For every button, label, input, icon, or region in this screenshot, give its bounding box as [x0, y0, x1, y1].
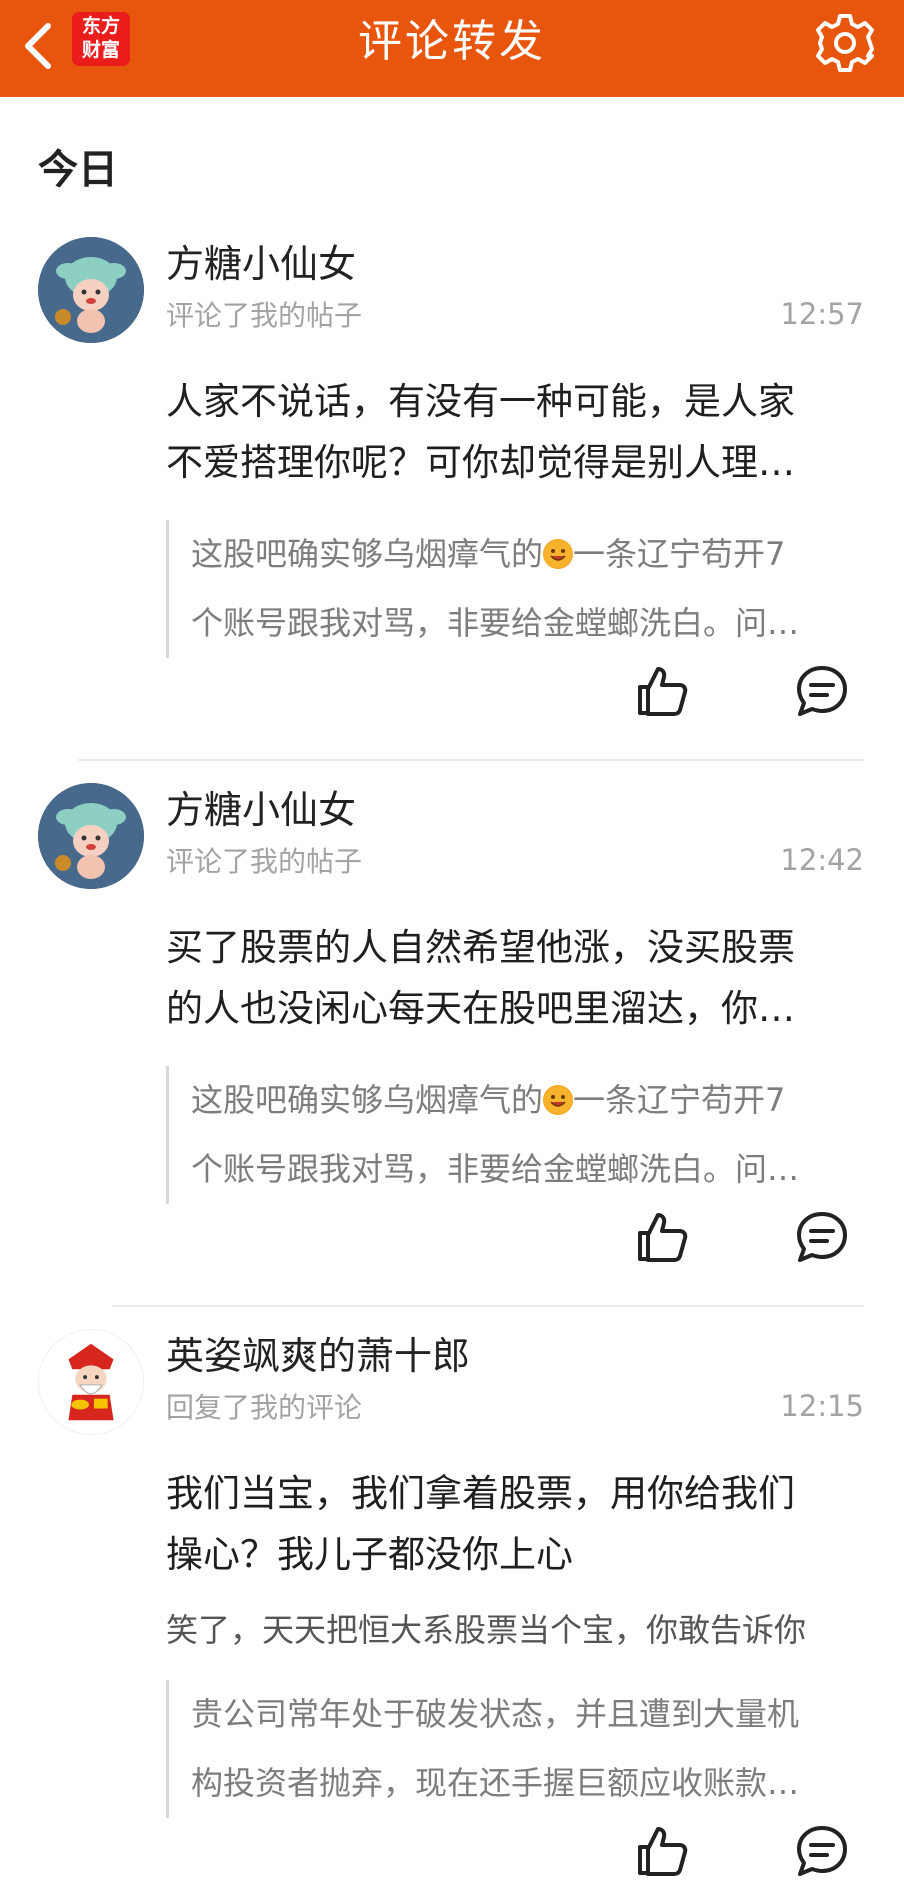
comment-bubble-icon: [797, 1212, 847, 1262]
quote-line: 贵公司常年处于破发状态，并且遭到大量机: [191, 1695, 800, 1733]
quote-line: 这股吧确实够乌烟瘴气的 一条辽宁苟开7: [191, 520, 870, 589]
timestamp: 12:42: [780, 843, 864, 877]
reply-button[interactable]: [794, 663, 850, 719]
quote-text: 一条辽宁苟开7: [573, 1081, 786, 1119]
quote-line: 构投资者抛弃，现在还手握巨额应收账款…: [191, 1764, 800, 1802]
like-button[interactable]: [634, 663, 690, 719]
comment-content[interactable]: 买了股票的人自然希望他涨，没买股票 的人也没闲心每天在股吧里溜达，你…: [166, 917, 866, 1039]
timestamp: 12:15: [780, 1389, 864, 1423]
thumbs-up-icon: [638, 667, 688, 716]
quoted-comment[interactable]: 贵公司常年处于破发状态，并且遭到大量机 构投资者抛弃，现在还手握巨额应收账款…: [166, 1680, 870, 1818]
top-bar: 东方 财富 评论转发: [0, 0, 904, 97]
content-line: 不爱搭理你呢？可你却觉得是别人理…: [166, 441, 795, 484]
avatar[interactable]: [38, 783, 144, 889]
content-line: 的人也没闲心每天在股吧里溜达，你…: [166, 987, 795, 1030]
thumbs-up-icon: [638, 1213, 688, 1262]
grinning-emoji-icon: [543, 1085, 574, 1115]
action-text: 评论了我的帖子: [166, 299, 363, 332]
action-text: 回复了我的评论: [166, 1391, 363, 1424]
divider: [112, 1305, 864, 1307]
timestamp: 12:57: [780, 297, 864, 331]
quote-line: 个账号跟我对骂，非要给金螳螂洗白。问…: [191, 1150, 800, 1188]
quote-text: 这股吧确实够乌烟瘴气的: [191, 1081, 544, 1119]
quote-line: 这股吧确实够乌烟瘴气的 一条辽宁苟开7: [191, 1066, 870, 1135]
reply-button[interactable]: [794, 1209, 850, 1265]
avatar[interactable]: [38, 237, 144, 343]
settings-button[interactable]: [812, 10, 878, 76]
quote-text: 这股吧确实够乌烟瘴气的: [191, 535, 544, 573]
gear-icon: [816, 14, 874, 72]
quote-text: 一条辽宁苟开7: [573, 535, 786, 573]
reply-text[interactable]: 笑了，天天把恒大系股票当个宝，你敢告诉你: [166, 1605, 866, 1655]
divider: [78, 759, 864, 761]
like-button[interactable]: [634, 1823, 690, 1879]
grinning-emoji-icon: [543, 539, 574, 569]
thumbs-up-icon: [638, 1827, 688, 1876]
user-avatar-image: [38, 783, 144, 889]
like-button[interactable]: [634, 1209, 690, 1265]
username[interactable]: 英姿飒爽的萧十郎: [166, 1331, 470, 1381]
quoted-post[interactable]: 这股吧确实够乌烟瘴气的 一条辽宁苟开7 个账号跟我对骂，非要给金螳螂洗白。问…: [166, 1066, 870, 1204]
comment-bubble-icon: [797, 666, 847, 716]
avatar[interactable]: [38, 1329, 144, 1435]
quoted-post[interactable]: 这股吧确实够乌烟瘴气的 一条辽宁苟开7 个账号跟我对骂，非要给金螳螂洗白。问…: [166, 520, 870, 658]
username[interactable]: 方糖小仙女: [166, 239, 356, 289]
comment-bubble-icon: [797, 1826, 847, 1876]
content-line: 操心？我儿子都没你上心: [166, 1533, 573, 1576]
user-avatar-image: [39, 1330, 143, 1434]
action-text: 评论了我的帖子: [166, 845, 363, 878]
reply-button[interactable]: [794, 1823, 850, 1879]
username[interactable]: 方糖小仙女: [166, 785, 356, 835]
page-title: 评论转发: [358, 16, 546, 67]
content-line: 我们当宝，我们拿着股票，用你给我们: [166, 1472, 795, 1515]
user-avatar-image: [38, 237, 144, 343]
comment-content[interactable]: 人家不说话，有没有一种可能，是人家 不爱搭理你呢？可你却觉得是别人理…: [166, 371, 866, 493]
content-line: 买了股票的人自然希望他涨，没买股票: [166, 926, 795, 969]
section-title-today: 今日: [38, 147, 118, 193]
quote-line: 个账号跟我对骂，非要给金螳螂洗白。问…: [191, 604, 800, 642]
content-line: 人家不说话，有没有一种可能，是人家: [166, 380, 795, 423]
comment-content[interactable]: 我们当宝，我们拿着股票，用你给我们 操心？我儿子都没你上心: [166, 1463, 866, 1585]
